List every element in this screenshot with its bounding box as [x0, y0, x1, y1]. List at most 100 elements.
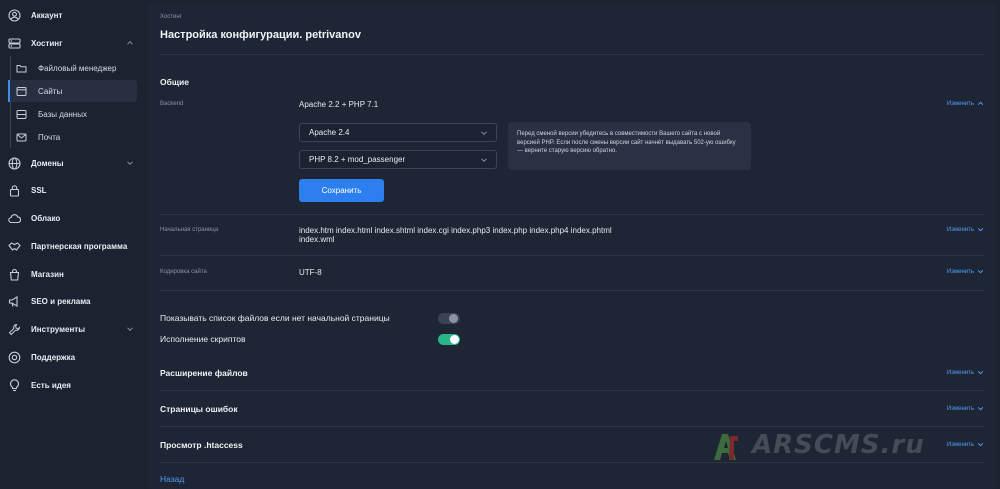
php-select-value: PHP 8.2 + mod_passenger — [309, 155, 406, 164]
start-page-value-line1: index.htm index.html index.shtml index.c… — [299, 226, 612, 235]
nav-seo-label: SEO и реклама — [31, 296, 91, 306]
chevron-down-icon — [977, 270, 984, 274]
chevron-down-icon — [126, 159, 134, 167]
edit-label: Изменить — [946, 100, 974, 107]
sidebar-item-label: Базы данных — [38, 109, 87, 119]
chevron-down-icon — [480, 156, 488, 164]
sidebar: Аккаунт Хостинг Файловый менеджер Сайты … — [0, 0, 145, 489]
sidebar-item-label: Файловый менеджер — [38, 63, 117, 73]
sidebar-item-mail[interactable]: Почта — [8, 126, 137, 148]
nav-ideas-label: Есть идея — [31, 380, 71, 390]
backend-value: Apache 2.2 + PHP 7.1 — [299, 100, 379, 109]
lock-icon — [8, 184, 21, 197]
nav-account[interactable]: Аккаунт — [0, 4, 145, 26]
edit-label: Изменить — [946, 369, 974, 376]
edit-label: Изменить — [946, 405, 974, 412]
chevron-up-icon — [126, 39, 134, 47]
backend-edit-link[interactable]: Изменить — [947, 100, 984, 107]
nav-domains[interactable]: Домены — [0, 152, 145, 174]
chevron-down-icon — [126, 325, 134, 333]
scripts-label: Исполнение скриптов — [160, 334, 246, 344]
encoding-label: Кодировка сайта — [160, 269, 207, 275]
browser-window-icon — [16, 86, 27, 97]
php-warning-note: Перед сменой версии убедитесь в совмести… — [508, 122, 751, 170]
nav-ssl[interactable]: SSL — [0, 179, 145, 201]
sidebar-item-label: Почта — [38, 132, 61, 142]
nav-partner-label: Партнерская программа — [31, 241, 128, 251]
nav-support[interactable]: Поддержка — [0, 346, 145, 368]
nav-support-label: Поддержка — [31, 352, 76, 362]
wrench-icon — [8, 323, 21, 336]
nav-account-label: Аккаунт — [31, 10, 63, 20]
divider — [160, 214, 984, 215]
server-select[interactable]: Apache 2.4 — [299, 123, 497, 142]
section-general-title: Общие — [160, 77, 189, 87]
encoding-edit-link[interactable]: Изменить — [947, 268, 984, 275]
server-icon — [8, 37, 21, 50]
chevron-up-icon — [977, 101, 984, 105]
edit-label: Изменить — [946, 441, 974, 448]
cloud-icon — [8, 212, 21, 225]
nav-cloud-label: Облако — [31, 213, 61, 223]
watermark-logo: ARSCMS.ru — [708, 426, 938, 466]
shopping-bag-icon — [8, 268, 21, 281]
start-page-value-line2: index.wml — [299, 235, 335, 244]
database-icon — [16, 109, 27, 120]
nav-cloud[interactable]: Облако — [0, 207, 145, 229]
edit-label: Изменить — [946, 268, 974, 275]
sidebar-item-file-manager[interactable]: Файловый менеджер — [8, 57, 137, 79]
page-title: Настройка конфигурации. petrivanov — [160, 29, 361, 41]
chevron-down-icon — [977, 371, 984, 375]
encoding-value: UTF-8 — [299, 268, 322, 277]
nav-seo[interactable]: SEO и реклама — [0, 290, 145, 312]
envelope-icon — [16, 132, 27, 143]
megaphone-icon — [8, 295, 21, 308]
divider — [160, 54, 984, 55]
user-circle-icon — [8, 8, 21, 22]
save-button[interactable]: Сохранить — [299, 179, 384, 202]
nav-tools[interactable]: Инструменты — [0, 318, 145, 340]
section-htaccess-title[interactable]: Просмотр .htaccess — [160, 440, 243, 450]
sidebar-item-databases[interactable]: Базы данных — [8, 103, 137, 125]
back-link[interactable]: Назад — [160, 474, 184, 484]
divider — [160, 390, 984, 391]
chevron-down-icon — [977, 228, 984, 232]
chevron-down-icon — [480, 129, 488, 137]
php-select[interactable]: PHP 8.2 + mod_passenger — [299, 150, 497, 169]
nav-partner[interactable]: Партнерская программа — [0, 235, 145, 257]
toggle-knob — [450, 335, 459, 344]
nav-tools-label: Инструменты — [31, 324, 86, 334]
breadcrumb[interactable]: Хостинг — [160, 14, 182, 20]
divider — [160, 290, 984, 291]
chevron-down-icon — [977, 407, 984, 411]
watermark-emblem-icon — [714, 434, 738, 460]
nav-ssl-label: SSL — [31, 185, 47, 195]
section-error-pages-title[interactable]: Страницы ошибок — [160, 404, 238, 414]
start-page-edit-link[interactable]: Изменить — [947, 226, 984, 233]
nav-hosting-label: Хостинг — [31, 38, 63, 48]
nav-hosting[interactable]: Хостинг — [0, 32, 145, 54]
sidebar-item-label: Сайты — [38, 86, 63, 96]
lifebuoy-icon — [8, 351, 21, 364]
show-files-toggle[interactable] — [438, 313, 460, 324]
error-pages-edit-link[interactable]: Изменить — [947, 405, 984, 412]
htaccess-edit-link[interactable]: Изменить — [947, 441, 984, 448]
scripts-toggle[interactable] — [438, 334, 460, 345]
toggle-knob — [449, 314, 458, 323]
server-select-value: Apache 2.4 — [309, 128, 350, 137]
show-files-label: Показывать список файлов если нет началь… — [160, 313, 390, 323]
globe-icon — [8, 156, 21, 170]
section-extensions-title[interactable]: Расширение файлов — [160, 368, 248, 378]
nav-ideas[interactable]: Есть идея — [0, 374, 145, 396]
lightbulb-icon — [8, 378, 21, 392]
edit-label: Изменить — [946, 226, 974, 233]
chevron-down-icon — [977, 443, 984, 447]
backend-label: Backend — [160, 101, 184, 107]
sidebar-item-sites[interactable]: Сайты — [8, 80, 137, 102]
extensions-edit-link[interactable]: Изменить — [947, 369, 984, 376]
nav-shop[interactable]: Магазин — [0, 263, 145, 285]
nav-shop-label: Магазин — [31, 269, 64, 279]
nav-domains-label: Домены — [31, 158, 64, 168]
divider — [160, 255, 984, 256]
watermark-text: ARSCMS.ru — [752, 430, 925, 460]
